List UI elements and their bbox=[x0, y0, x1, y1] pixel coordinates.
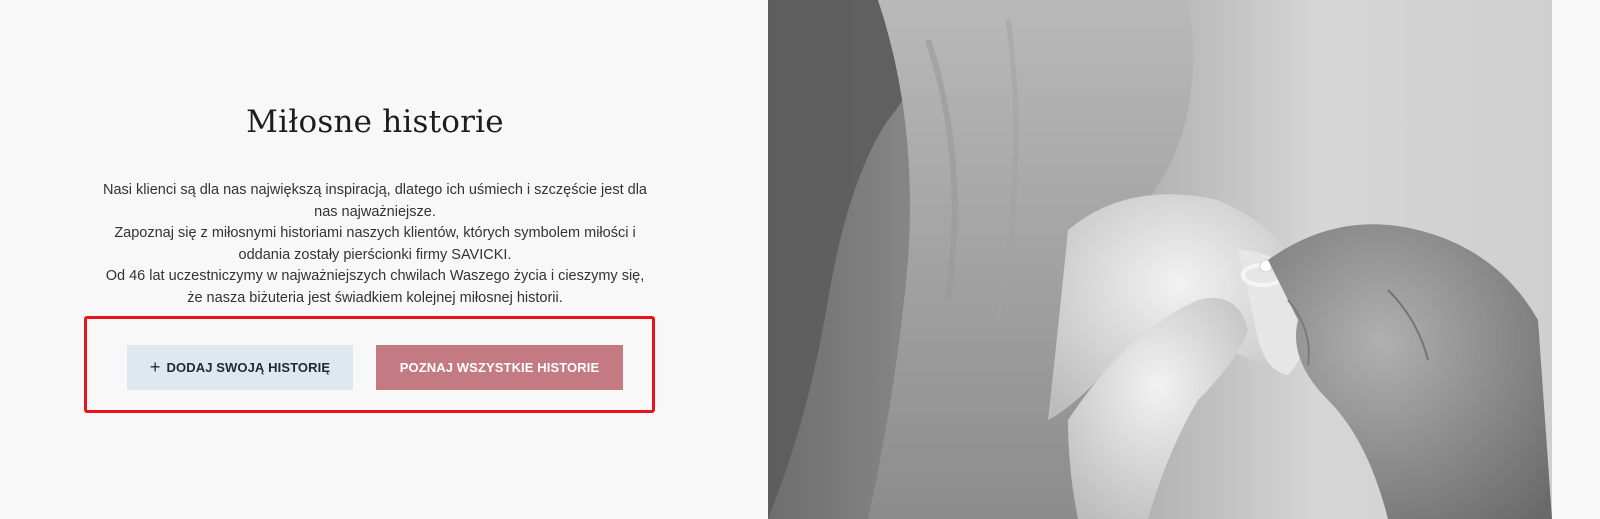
description-paragraph-2: Zapoznaj się z miłosnymi historiami nasz… bbox=[114, 225, 636, 263]
add-story-button[interactable]: + DODAJ SWOJĄ HISTORIĘ bbox=[127, 345, 353, 390]
plus-icon: + bbox=[149, 356, 161, 377]
description-paragraph-3: Od 46 lat uczestniczymy w najważniejszyc… bbox=[105, 268, 645, 306]
description-paragraph-1: Nasi klienci są dla nas największą inspi… bbox=[103, 182, 647, 220]
add-story-label: DODAJ SWOJĄ HISTORIĘ bbox=[166, 360, 331, 375]
section-description: Nasi klienci są dla nas największą inspi… bbox=[100, 180, 650, 309]
photo-illustration bbox=[768, 0, 1552, 519]
proposal-ring-photo bbox=[768, 0, 1552, 519]
all-stories-button[interactable]: POZNAJ WSZYSTKIE HISTORIE bbox=[376, 345, 623, 390]
right-margin bbox=[1552, 0, 1600, 519]
section-title: Miłosne historie bbox=[246, 104, 504, 140]
all-stories-label: POZNAJ WSZYSTKIE HISTORIE bbox=[399, 360, 600, 375]
love-stories-section: Miłosne historie Nasi klienci są dla nas… bbox=[0, 0, 1600, 519]
text-column: Miłosne historie Nasi klienci są dla nas… bbox=[0, 0, 768, 519]
